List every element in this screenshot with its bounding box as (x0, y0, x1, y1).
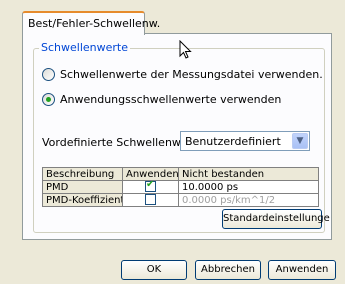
radio-app-label: Anwendungsschwellenwerte verwenden (60, 93, 282, 106)
radio-file-indicator[interactable] (42, 68, 55, 81)
thresholds-table: Beschreibung Anwenden Nicht bestanden PM… (42, 167, 319, 207)
row-description: PMD-Koeffizient (42, 193, 123, 207)
row-apply-cell (122, 193, 179, 207)
apply-checkbox[interactable] (145, 181, 156, 193)
row-fail-value: 0.0000 ps/km^1/2 (178, 193, 319, 207)
column-header-fail: Nicht bestanden (178, 167, 319, 181)
row-fail-value[interactable]: 10.0000 ps (178, 180, 319, 194)
preset-select[interactable]: Benutzerdefiniert ▼ (180, 131, 310, 151)
table-header-row: Beschreibung Anwenden Nicht bestanden (42, 167, 319, 181)
ok-button[interactable]: OK (121, 260, 187, 280)
cancel-button[interactable]: Abbrechen (195, 260, 261, 280)
row-apply-cell (122, 180, 179, 194)
column-header-description: Beschreibung (42, 167, 123, 181)
mouse-pointer-icon (179, 40, 192, 59)
defaults-button[interactable]: Standardeinstellunge (222, 209, 330, 229)
tab-panel: Schwellenwerte Schwellenwerte der Messun… (22, 33, 332, 240)
apply-checkbox[interactable] (145, 194, 156, 206)
radio-use-file-thresholds[interactable]: Schwellenwerte der Messungsdatei verwend… (42, 68, 323, 81)
table-row: PMD-Koeffizient 0.0000 ps/km^1/2 (42, 193, 319, 207)
tab-thresholds[interactable]: Best/Fehler-Schwellenw. (22, 11, 160, 35)
radio-use-app-thresholds[interactable]: Anwendungsschwellenwerte verwenden (42, 93, 281, 106)
tab-label: Best/Fehler-Schwellenw. (28, 17, 161, 30)
column-header-apply: Anwenden (122, 167, 179, 181)
chevron-down-icon[interactable]: ▼ (292, 133, 308, 149)
radio-app-indicator[interactable] (42, 93, 55, 106)
apply-button[interactable]: Anwenden (268, 260, 336, 280)
row-description: PMD (42, 180, 123, 194)
thresholds-groupbox: Schwellenwerte Schwellenwerte der Messun… (33, 41, 330, 233)
groupbox-legend: Schwellenwerte (39, 41, 130, 54)
preset-selected-value: Benutzerdefiniert (185, 135, 281, 148)
table-row: PMD 10.0000 ps (42, 180, 319, 194)
radio-file-label: Schwellenwerte der Messungsdatei verwend… (60, 68, 323, 81)
